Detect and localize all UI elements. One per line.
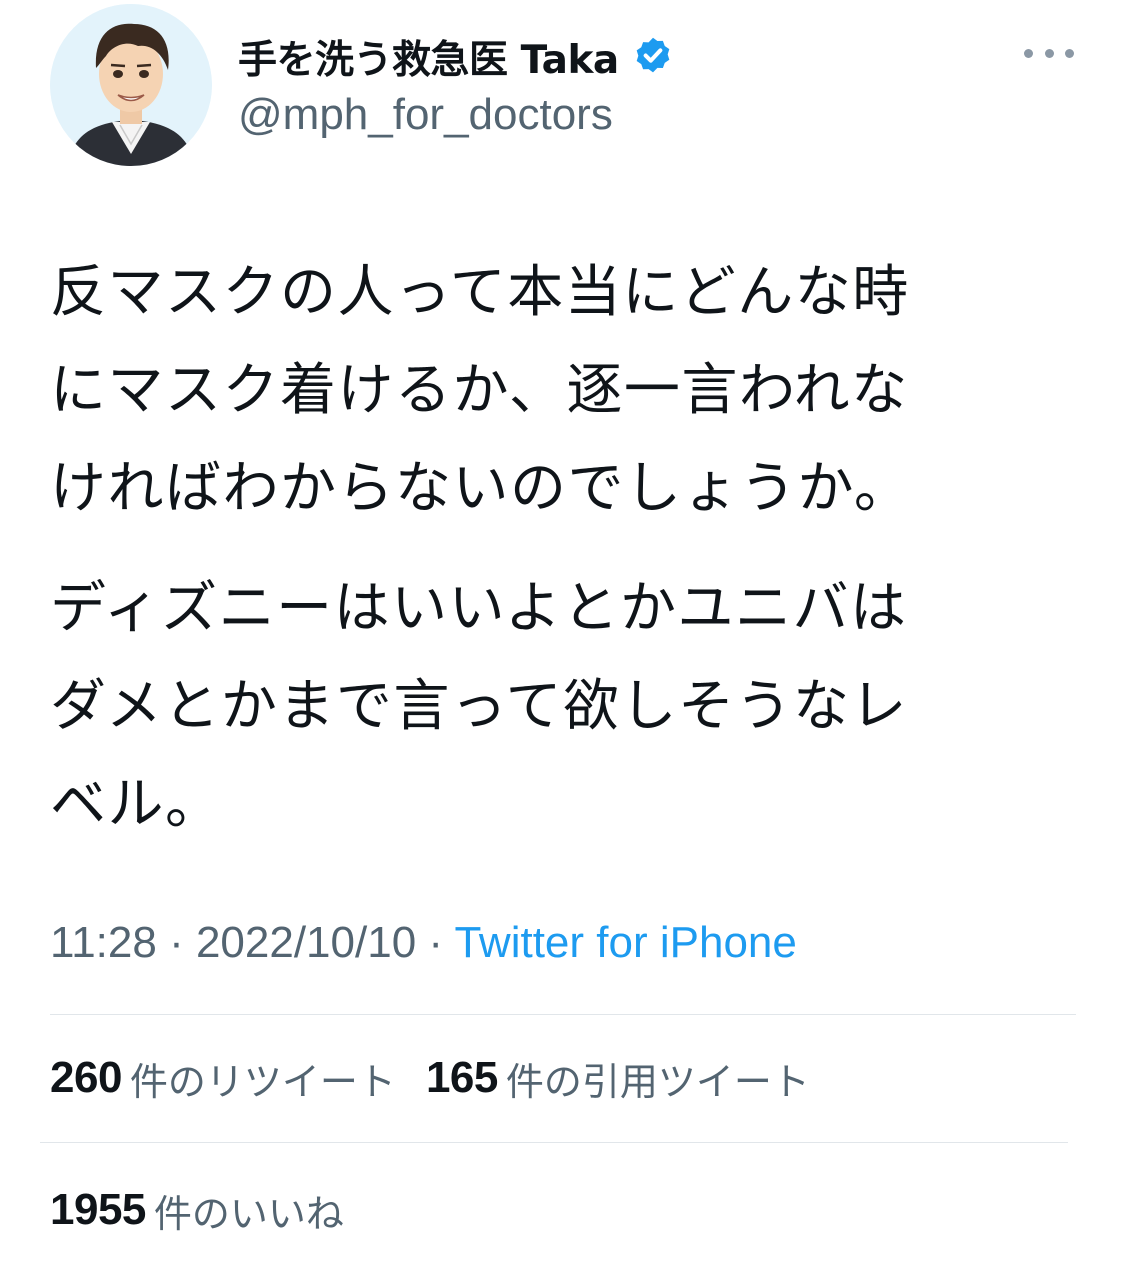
tweet-time[interactable]: 11:28 [50, 918, 157, 967]
author-name-row[interactable]: 手を洗う救急医 Taka [238, 28, 675, 86]
tweet-source-link[interactable]: Twitter for iPhone [454, 918, 796, 967]
retweets-count: 260 [50, 1053, 122, 1102]
likes-label: 件のいいね [153, 1191, 344, 1236]
tweet-date[interactable]: 2022/10/10 [196, 918, 416, 967]
tweet-line: ダメとかまで言って欲しそうなレ [50, 674, 909, 739]
tweet-line: ベル。 [50, 772, 223, 837]
more-dot-icon [1044, 48, 1054, 58]
retweets-stat[interactable]: 260 件のリツイート [50, 1051, 396, 1106]
quotes-label: 件の引用ツイート [505, 1059, 810, 1104]
more-options-icon[interactable] [1024, 38, 1074, 68]
verified-badge-icon [631, 35, 675, 79]
engagement-stats-row: 260 件のリツイート 165 件の引用ツイート [50, 1048, 840, 1108]
display-name[interactable]: 手を洗う救急医 Taka [238, 29, 619, 85]
quotes-count: 165 [425, 1053, 498, 1102]
likes-stat[interactable]: 1955 件のいいね [50, 1183, 344, 1238]
meta-separator: · [416, 918, 455, 967]
tweet-line: ければわからないのでしょうか。 [50, 456, 912, 521]
likes-count: 1955 [50, 1185, 146, 1234]
likes-stats-row: 1955 件のいいね [50, 1180, 374, 1240]
divider [40, 1142, 1068, 1143]
divider [50, 1014, 1076, 1015]
tweet-line: 反マスクの人って本当にどんな時 [50, 260, 910, 325]
quotes-stat[interactable]: 165 件の引用ツイート [426, 1051, 810, 1106]
tweet-text: 反マスクの人って本当にどんな時 にマスク着けるか、逐一言われな ければわからない… [50, 244, 1060, 854]
retweets-label: 件のリツイート [129, 1059, 396, 1104]
author-handle[interactable]: @mph_for_doctors [238, 90, 613, 140]
tweet-line: ディズニーはいいよとかユニバは [50, 576, 908, 641]
tweet-meta: 11:28 · 2022/10/10 · Twitter for iPhone [50, 918, 797, 968]
meta-separator: · [156, 918, 196, 967]
doctor-avatar-image [50, 4, 212, 166]
tweet-line: にマスク着けるか、逐一言われな [50, 358, 909, 423]
more-dot-icon [1024, 48, 1033, 58]
more-dot-icon [1065, 48, 1074, 58]
avatar[interactable] [50, 4, 212, 166]
